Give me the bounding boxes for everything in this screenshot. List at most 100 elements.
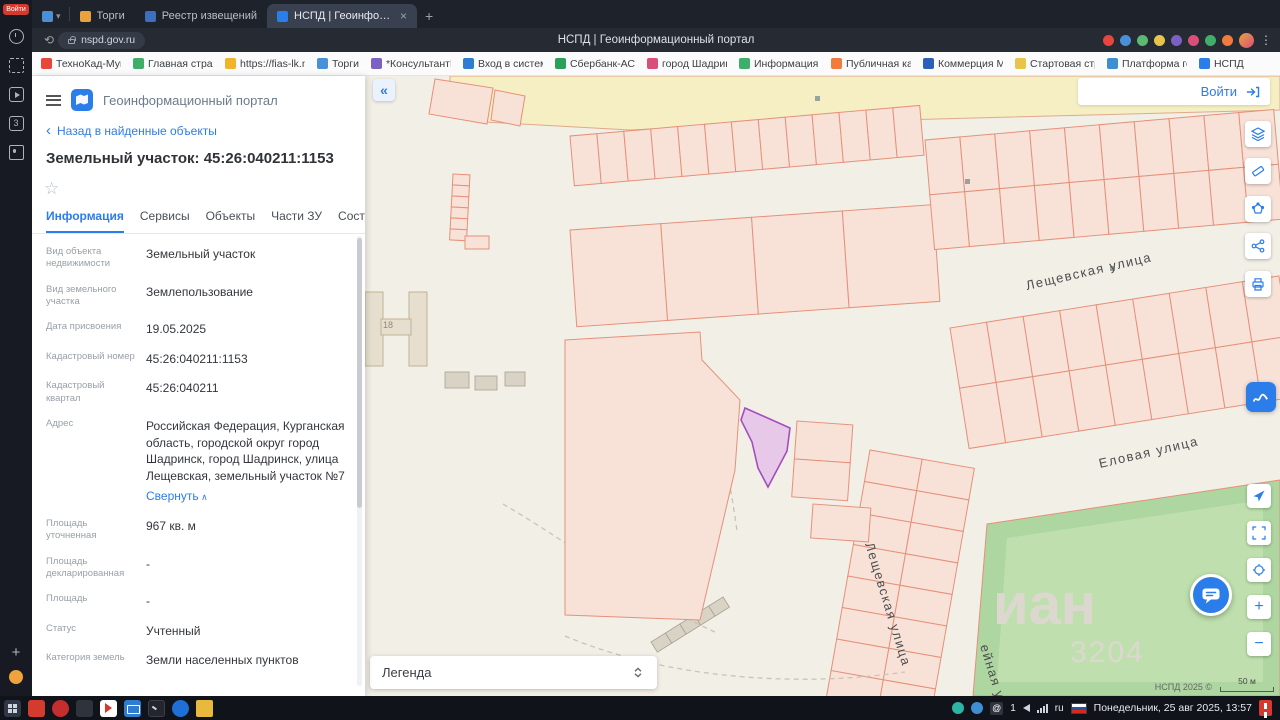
language-indicator[interactable]: ru <box>1055 703 1064 714</box>
field-value-block: 45:26:040211:1153 <box>146 351 365 368</box>
legend-bar[interactable]: Легенда <box>370 656 657 689</box>
back-link[interactable]: ‹ Назад в найденные объекты <box>32 120 365 148</box>
add-panel-icon[interactable]: + <box>12 645 21 660</box>
refresh-icon[interactable]: ⟲ <box>44 33 54 47</box>
bookmark-item[interactable]: Главная страниц... <box>128 56 218 72</box>
panel-tab[interactable]: Части ЗУ <box>271 209 322 233</box>
window-title: НСПД | Геоинформационный портал <box>557 34 755 46</box>
tab-nspd-active[interactable]: НСПД | Геоинформац... × <box>267 4 418 28</box>
zoom-out-button[interactable]: − <box>1247 632 1271 656</box>
share-tool-button[interactable] <box>1245 233 1271 259</box>
video-icon[interactable] <box>8 87 24 102</box>
locate-tool-button[interactable] <box>1247 484 1271 508</box>
extension-icon[interactable] <box>1171 34 1182 46</box>
app-icon[interactable] <box>76 699 93 717</box>
measure-tool-button[interactable] <box>1245 158 1271 184</box>
history-icon[interactable] <box>8 29 24 44</box>
field-row: Дата присвоения 19.05.2025 <box>46 321 365 338</box>
mail-agent-icon[interactable]: @ <box>990 701 1004 715</box>
fullscreen-tool-button[interactable] <box>1247 521 1271 545</box>
bookmark-favicon <box>370 58 382 69</box>
polygon-select-tool-button[interactable] <box>1245 196 1271 222</box>
app-icon[interactable] <box>28 699 45 717</box>
alert-badge[interactable] <box>1259 700 1272 716</box>
extension-icon[interactable] <box>1120 34 1131 46</box>
draw-tool-button[interactable] <box>1246 382 1276 412</box>
field-value: Российская Федерация, Курганская область… <box>146 419 345 483</box>
opera-icon[interactable] <box>52 699 69 717</box>
scrollbar-thumb[interactable] <box>357 238 362 508</box>
crosshair-tool-button[interactable] <box>1247 558 1271 582</box>
profile-avatar[interactable] <box>1239 32 1254 48</box>
panel-tab[interactable]: Информация <box>46 209 124 233</box>
field-value: 19.05.2025 <box>146 322 207 337</box>
pinned-tab[interactable]: ▾ <box>36 11 69 28</box>
chat-button[interactable] <box>1190 574 1232 616</box>
bookmark-item[interactable]: Платформа госуд... <box>1102 56 1192 72</box>
extension-icon[interactable] <box>1154 34 1165 46</box>
bookmark-item[interactable]: НСПД <box>1194 56 1249 72</box>
panel-tab[interactable]: Сервисы <box>140 209 190 233</box>
bookmark-item[interactable]: https://fias-lk.nal... <box>220 56 310 72</box>
extension-icon[interactable] <box>1137 34 1148 46</box>
notifications-count-badge[interactable]: 3 <box>8 116 24 131</box>
favorite-star-icon[interactable]: ☆ <box>32 173 365 201</box>
panel-tab[interactable]: Соста <box>338 209 365 233</box>
sidebar-login-badge[interactable]: Войти <box>3 4 29 15</box>
images-icon[interactable] <box>8 145 24 160</box>
file-explorer-icon[interactable] <box>196 699 213 717</box>
bookmark-item[interactable]: ТехноКад-Муниц... <box>36 56 126 72</box>
collapse-address-link[interactable]: Свернуть <box>146 488 208 505</box>
bookmark-item[interactable]: Коммерция МО.Х... <box>918 56 1008 72</box>
field-row: Кадастровый квартал 45:26:040211 <box>46 380 365 405</box>
field-label: Статус <box>46 622 77 634</box>
browser-logo-icon[interactable] <box>9 670 23 684</box>
zoom-in-button[interactable]: + <box>1247 595 1271 619</box>
field-value: Земли населенных пунктов <box>146 653 299 668</box>
bookmark-item[interactable]: *КонсультантПлю... <box>366 56 456 72</box>
url-field[interactable]: nspd.gov.ru <box>58 31 146 49</box>
bookmark-item[interactable]: Вход в систему С... <box>458 56 548 72</box>
panel-scrollbar[interactable] <box>357 236 362 686</box>
bookmark-item[interactable]: город Шадринск... <box>642 56 732 72</box>
bookmark-item[interactable]: Публичная кадас... <box>826 56 916 72</box>
bookmark-item[interactable]: Сбербанк-АСТ -... <box>550 56 640 72</box>
extension-icon[interactable] <box>1103 34 1114 46</box>
portal-logo-icon <box>71 89 93 111</box>
tab-reestr[interactable]: Реестр извещений <box>135 4 267 28</box>
start-button[interactable] <box>4 699 21 717</box>
print-tool-button[interactable] <box>1245 271 1271 297</box>
extension-icon[interactable] <box>1222 34 1233 46</box>
terminal-icon[interactable] <box>148 699 165 717</box>
object-fields: Вид объекта недвижимости Земельный участ… <box>32 234 365 670</box>
edge-icon[interactable] <box>172 699 189 717</box>
lock-icon <box>68 36 76 44</box>
login-button[interactable]: Войти <box>1078 78 1270 105</box>
clock-datetime[interactable]: Понедельник, 25 авг 2025, 13:57 <box>1094 702 1252 714</box>
field-value-block: 967 кв. м <box>146 518 365 543</box>
menu-icon[interactable] <box>46 94 61 106</box>
browser-menu-icon[interactable]: ⋮ <box>1260 33 1272 47</box>
network-icon[interactable] <box>1036 703 1048 713</box>
panel-tab[interactable]: Объекты <box>206 209 256 233</box>
tray-app-icon[interactable] <box>952 702 965 714</box>
mail-icon[interactable] <box>124 699 141 717</box>
pinned-tab-favicon <box>42 11 53 22</box>
screenshot-icon[interactable] <box>8 58 24 73</box>
bookmark-favicon <box>646 58 658 69</box>
extension-icon[interactable] <box>1188 34 1199 46</box>
bookmark-item[interactable]: Стартовая стран... <box>1010 56 1100 72</box>
collapse-panel-button[interactable]: « <box>373 79 395 101</box>
layers-tool-button[interactable] <box>1245 121 1271 147</box>
tray-app-icon[interactable] <box>971 702 984 714</box>
bookmark-item[interactable]: Информация о р... <box>734 56 824 72</box>
close-tab-icon[interactable]: × <box>400 9 407 23</box>
new-tab-button[interactable]: + <box>417 8 441 28</box>
volume-icon[interactable] <box>1022 704 1030 712</box>
cadastral-map[interactable]: 18 Лещевская улица Еловая улица Лещевска… <box>365 76 1280 696</box>
yandex-browser-icon[interactable] <box>100 699 117 717</box>
tab-torgi[interactable]: Торги <box>70 4 135 28</box>
extension-icon[interactable] <box>1205 34 1216 46</box>
bookmark-item[interactable]: Торги <box>312 56 364 72</box>
bookmark-favicon <box>554 58 566 69</box>
